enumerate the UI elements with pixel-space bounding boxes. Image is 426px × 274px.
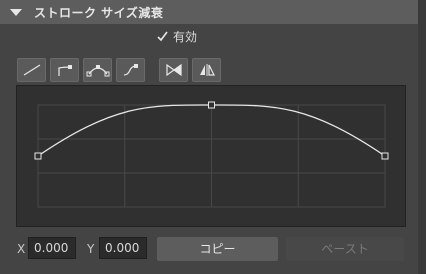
preset-linear-button[interactable]: [17, 58, 46, 82]
preset-s-curve-button[interactable]: [116, 58, 145, 82]
y-label: Y: [87, 242, 95, 256]
scrollbar[interactable]: [418, 0, 426, 274]
curve-control-point-1[interactable]: [34, 152, 42, 160]
preset-bell-button[interactable]: [83, 58, 112, 82]
bowtie-icon: [165, 63, 182, 77]
triangle-down-icon[interactable]: [10, 8, 22, 16]
bell-curve-icon: [86, 65, 109, 77]
x-label: X: [17, 242, 26, 256]
enable-checkbox[interactable]: [156, 30, 169, 43]
section-header[interactable]: ストローク サイズ減衰: [0, 0, 418, 24]
copy-button[interactable]: コピー: [157, 237, 278, 261]
checkmark-icon: [157, 31, 168, 41]
preset-ease-out-button[interactable]: [50, 58, 79, 82]
enable-label: 有効: [173, 29, 198, 44]
x-input[interactable]: 0.000: [28, 237, 76, 259]
grid: [37, 104, 386, 208]
point-editor-row: X 0.000 Y 0.000 コピー ペースト: [0, 237, 418, 261]
curve-editor[interactable]: [16, 85, 406, 227]
y-input[interactable]: 0.000: [99, 237, 147, 259]
curve-control-point-2[interactable]: [208, 101, 215, 109]
mirror-icon: [199, 64, 215, 76]
curve-graph[interactable]: [17, 86, 405, 226]
section-title: ストローク サイズ減衰: [34, 5, 164, 20]
paste-button[interactable]: ペースト: [286, 237, 404, 261]
ease-out-curve-icon: [57, 65, 72, 76]
enable-toggle[interactable]: 有効: [156, 28, 197, 44]
s-curve-icon: [123, 64, 138, 76]
mirror-button[interactable]: [192, 58, 221, 82]
curve-control-point-3[interactable]: [381, 152, 389, 160]
linear-curve-icon: [23, 64, 40, 76]
flip-horizontal-button[interactable]: [159, 58, 188, 82]
